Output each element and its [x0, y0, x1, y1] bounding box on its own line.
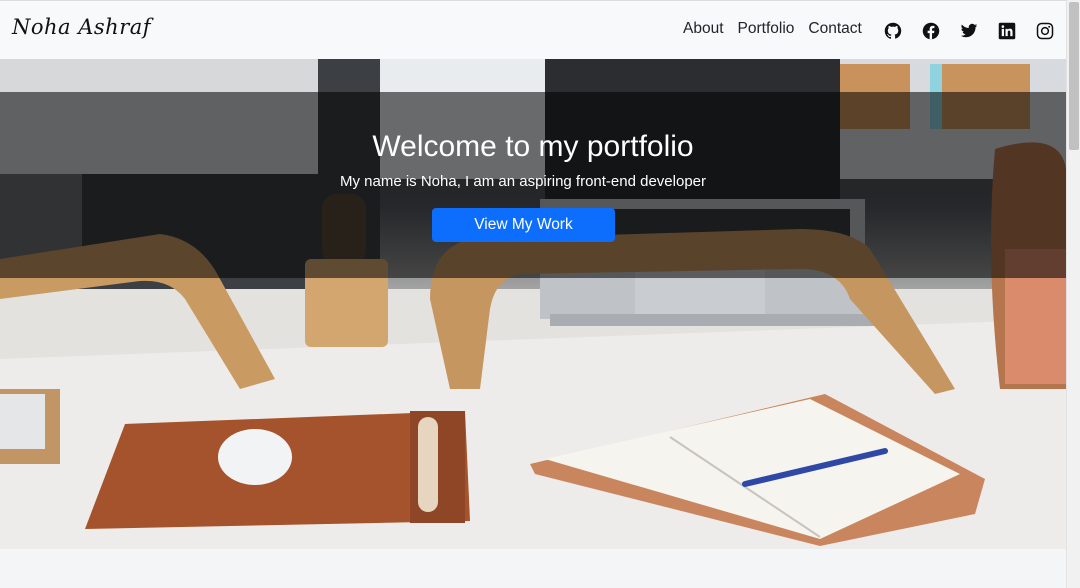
- instagram-icon[interactable]: [1036, 22, 1054, 40]
- github-icon[interactable]: [884, 22, 902, 40]
- nav-links: About Portfolio Contact: [683, 20, 862, 38]
- navbar: Noha Ashraf About Portfolio Contact: [0, 0, 1066, 59]
- social-links: [884, 22, 1054, 40]
- nav-link-portfolio[interactable]: Portfolio: [738, 20, 795, 38]
- facebook-icon[interactable]: [922, 22, 940, 40]
- nav-link-about[interactable]: About: [683, 20, 724, 38]
- scrollbar-thumb[interactable]: [1069, 2, 1079, 150]
- scrollbar[interactable]: [1066, 0, 1080, 588]
- hero-section: Welcome to my portfolio My name is Noha,…: [0, 59, 1066, 549]
- twitter-icon[interactable]: [960, 22, 978, 40]
- brand-logo[interactable]: Noha Ashraf: [12, 15, 151, 39]
- hero-subtitle: My name is Noha, I am an aspiring front-…: [339, 173, 707, 190]
- hero-title: Welcome to my portfolio: [372, 130, 694, 163]
- view-my-work-button[interactable]: View My Work: [432, 208, 615, 242]
- nav-link-contact[interactable]: Contact: [808, 20, 861, 38]
- linkedin-icon[interactable]: [998, 22, 1016, 40]
